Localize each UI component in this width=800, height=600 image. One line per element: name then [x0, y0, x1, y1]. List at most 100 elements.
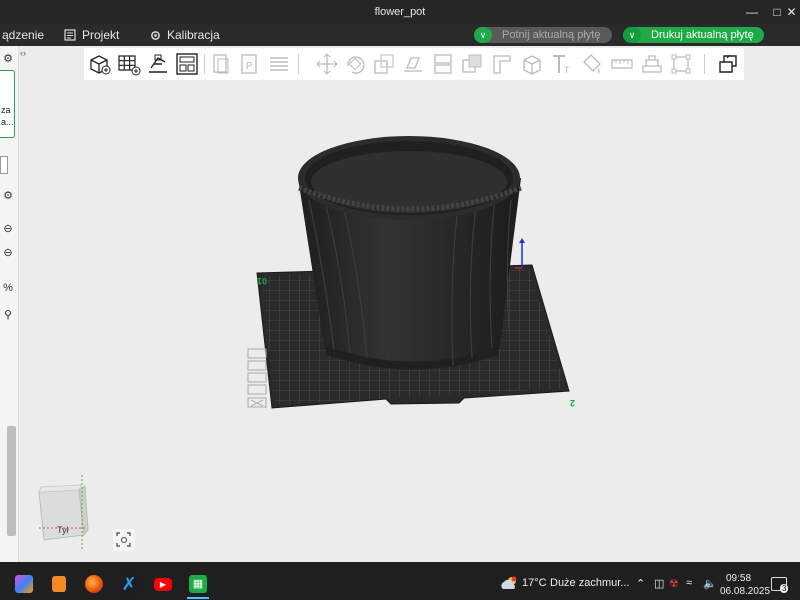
- rotate-button[interactable]: [343, 52, 367, 76]
- slicer-app-icon[interactable]: ▦: [189, 575, 207, 593]
- svg-text:T: T: [564, 65, 570, 75]
- text-icon: T: [553, 55, 570, 75]
- layers-icon: [270, 57, 288, 71]
- menu-project-label: Projekt: [82, 28, 120, 42]
- toolbar: P T: [84, 48, 744, 80]
- shopping-bag-icon[interactable]: [52, 576, 66, 592]
- slice-view-icon: [719, 54, 737, 73]
- cut-button[interactable]: [431, 52, 455, 76]
- taskbar: ✗ ▶ ▦ 17°C Duże zachmur... ⌃ ◫ ☢ ≈ 🔈 09:…: [0, 568, 800, 600]
- slice-plate-label: Potnij aktualną płytę: [502, 29, 601, 41]
- support-paint-button[interactable]: [490, 52, 514, 76]
- active-app-indicator: [187, 597, 209, 599]
- filament-slot[interactable]: [0, 156, 8, 174]
- youtube-icon[interactable]: ▶: [154, 578, 172, 591]
- close-button[interactable]: ✕: [783, 0, 800, 24]
- navigation-cube[interactable]: Tył: [38, 475, 89, 550]
- plate-tools[interactable]: [247, 348, 267, 408]
- window-title: flower_pot: [374, 6, 426, 18]
- arrange-icon: [176, 53, 198, 75]
- menu-bar: ądzenie Projekt Kalibracja ∨ Potnij aktu…: [0, 24, 800, 46]
- copilot-icon[interactable]: [15, 575, 33, 593]
- print-plate-button[interactable]: ∨ Drukuj aktualną płytę: [623, 27, 764, 43]
- split-icon: [213, 54, 229, 74]
- lay-on-face-icon: [404, 57, 422, 72]
- speaker-icon[interactable]: 🔈: [703, 577, 717, 590]
- color-paint-button[interactable]: [580, 52, 604, 76]
- notification-count: 3: [780, 584, 789, 593]
- menu-device[interactable]: ądzenie: [2, 28, 44, 42]
- gear-icon[interactable]: ⚙: [0, 189, 16, 202]
- bounding-box-button[interactable]: [669, 52, 693, 76]
- collapse-sidebar-icon[interactable]: ‹›: [20, 48, 26, 58]
- chevron-up-icon[interactable]: ⌃: [636, 577, 645, 590]
- rotate-icon: [347, 56, 365, 74]
- flower-pot-model[interactable]: [298, 136, 522, 370]
- clock-date[interactable]: 06.08.2025: [720, 586, 770, 597]
- cut-icon: [434, 54, 452, 74]
- seam-paint-button[interactable]: [520, 52, 544, 76]
- slice-plate-button[interactable]: ∨ Potnij aktualną płytę: [474, 27, 612, 43]
- clock-time[interactable]: 09:58: [726, 573, 751, 584]
- scale-icon: [374, 54, 394, 74]
- device-icon[interactable]: ◫: [654, 577, 664, 590]
- menu-project[interactable]: Projekt: [64, 28, 119, 42]
- variable-layer-button[interactable]: [716, 52, 740, 76]
- toolbar-divider: [298, 54, 299, 74]
- ruler-icon: [611, 59, 633, 69]
- no-network-icon[interactable]: ☢: [669, 577, 679, 590]
- text-button[interactable]: T: [550, 52, 574, 76]
- sidebar-scrollbar[interactable]: [7, 426, 16, 536]
- menu-device-label: ądzenie: [2, 28, 45, 42]
- paint-bucket-icon: [583, 54, 601, 74]
- split-parts-button[interactable]: P: [238, 52, 262, 76]
- parts-icon: P: [241, 54, 257, 74]
- chevron-down-icon[interactable]: ∨: [474, 27, 492, 43]
- assembly-icon: [642, 55, 662, 73]
- plate-corner-label: 2: [570, 398, 575, 408]
- measure-button[interactable]: [610, 52, 634, 76]
- 3d-viewport[interactable]: 01 2 Tył: [19, 80, 800, 562]
- z-axis-arrow: [519, 238, 525, 243]
- firefox-icon[interactable]: [85, 575, 103, 593]
- nav-cube-back-label: Tył: [57, 525, 69, 535]
- percent-icon[interactable]: %: [0, 282, 16, 294]
- calibration-icon: [151, 30, 160, 40]
- move-button[interactable]: [315, 52, 339, 76]
- lay-on-face-button[interactable]: [401, 52, 425, 76]
- svg-text:P: P: [246, 61, 253, 72]
- boolean-button[interactable]: [460, 52, 484, 76]
- search-icon[interactable]: ⚲: [0, 308, 16, 321]
- scene: 01 2 Tył: [38, 136, 575, 551]
- printer-card[interactable]: za a...: [0, 70, 15, 138]
- grid-plus-icon: [118, 55, 141, 76]
- minus-icon[interactable]: ⊖: [0, 222, 16, 235]
- plate-number: 01: [257, 276, 267, 286]
- auto-orient-button[interactable]: [146, 52, 170, 76]
- print-plate-label: Drukuj aktualną płytę: [651, 29, 754, 41]
- left-sidebar: ⚙ za a... ⚙ ⊖ ⊖ % ⚲: [0, 46, 19, 562]
- seam-icon: [523, 55, 541, 75]
- cross-tool-icon[interactable]: ✗: [120, 575, 138, 593]
- add-plate-button[interactable]: [117, 52, 141, 76]
- wifi-icon[interactable]: ≈: [686, 577, 692, 589]
- title-bar: flower_pot — □ ✕: [0, 0, 800, 24]
- orient-icon: [149, 54, 167, 73]
- toolbar-divider: [704, 54, 705, 74]
- fit-view-button[interactable]: [113, 529, 135, 551]
- weather-temp[interactable]: 17°C: [522, 577, 547, 589]
- add-object-button[interactable]: [88, 52, 112, 76]
- weather-cloud-icon[interactable]: [500, 576, 518, 590]
- menu-calibration[interactable]: Kalibracja: [150, 28, 220, 42]
- arrange-button[interactable]: [175, 52, 199, 76]
- chevron-down-icon[interactable]: ∨: [623, 27, 641, 43]
- gear-icon[interactable]: ⚙: [0, 52, 16, 65]
- scale-button[interactable]: [372, 52, 396, 76]
- layers-button[interactable]: [267, 52, 291, 76]
- assembly-button[interactable]: [640, 52, 664, 76]
- minus-icon[interactable]: ⊖: [0, 246, 16, 259]
- document-icon: [64, 29, 76, 41]
- weather-description[interactable]: Duże zachmur...: [550, 577, 629, 589]
- menu-calibration-label: Kalibracja: [167, 28, 220, 42]
- split-objects-button[interactable]: [210, 52, 234, 76]
